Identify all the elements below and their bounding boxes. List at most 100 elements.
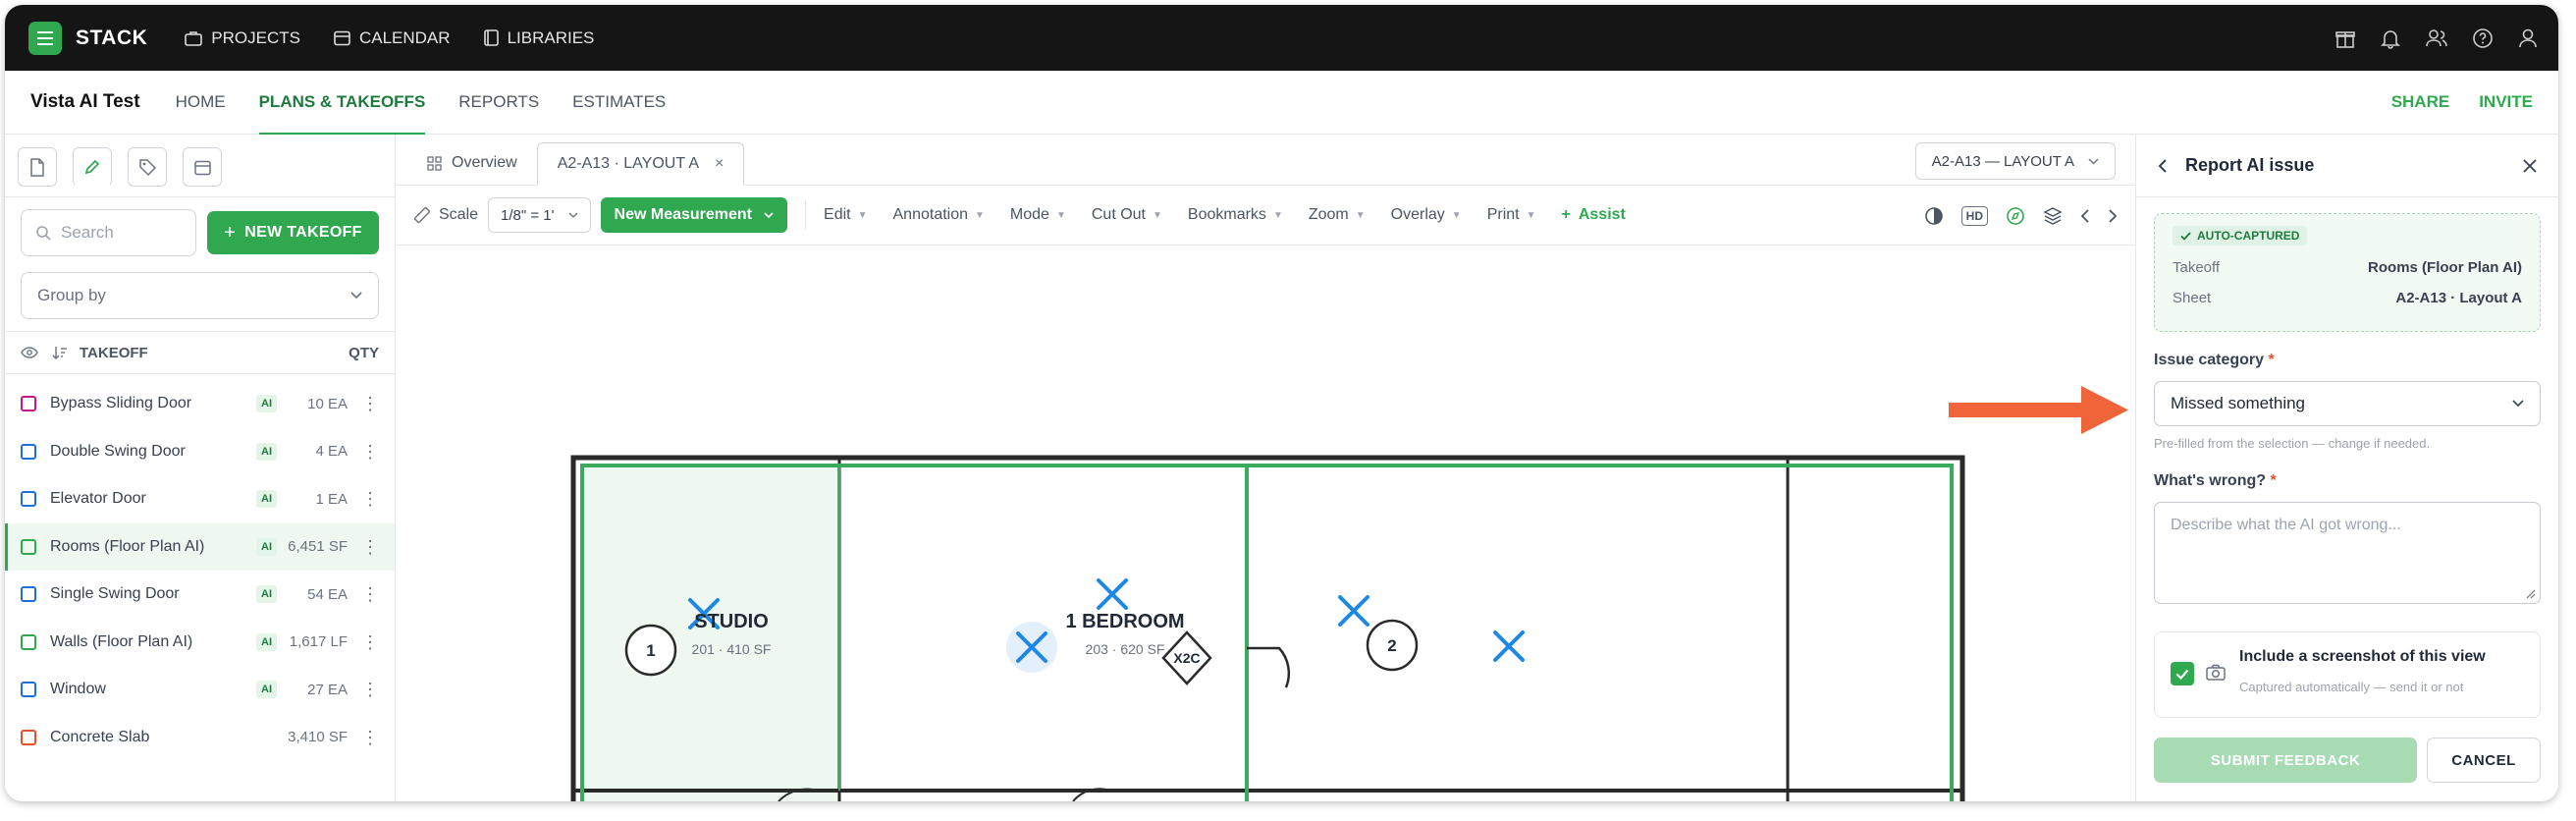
nav-calendar[interactable]: CALENDAR [334,28,451,48]
chevron-left-icon[interactable] [2080,208,2090,224]
list-item[interactable]: Window AI 27 EA ⋮ [5,666,395,714]
tab-sheet-label: A2-A13 · LAYOUT A [557,155,700,172]
contrast-icon[interactable] [1924,206,1944,226]
screenshot-checkbox[interactable] [2171,662,2194,685]
close-icon[interactable] [2523,158,2537,173]
new-measurement-button[interactable]: New Measurement [600,197,788,233]
check-icon [2180,231,2191,241]
column-qty[interactable]: QTY [349,345,379,361]
nav-libraries[interactable]: LIBRARIES [483,28,594,48]
layers-icon[interactable] [2043,206,2063,226]
takeoff-key: Takeoff [2173,259,2221,276]
list-item[interactable]: Concrete Slab 3,410 SF ⋮ [5,714,395,762]
takeoff-list: Bypass Sliding Door AI 10 EA ⋮ Double Sw… [5,374,395,761]
cancel-button[interactable]: CANCEL [2427,738,2541,783]
search-input[interactable]: Search [21,209,197,256]
chevron-down-icon [2088,157,2099,165]
brand-name: STACK [76,26,148,49]
takeoff-name: Concrete Slab [50,728,150,745]
project-bar: Vista AI Test HOME PLANS & TAKEOFFS REPO… [5,71,2558,136]
back-icon[interactable] [2158,158,2168,174]
user-icon[interactable] [2517,27,2539,49]
tab-reports[interactable]: REPORTS [458,71,539,135]
menu-cut-out[interactable]: Cut Out ▼ [1092,206,1162,224]
scale-select[interactable]: 1/8" = 1' [488,197,591,233]
compass-icon[interactable] [2006,206,2025,226]
project-actions: SHARE INVITE [2362,92,2533,112]
issue-category-value: Missed something [2171,394,2306,412]
list-item[interactable]: Single Swing Door AI 54 EA ⋮ [5,571,395,619]
more-icon[interactable]: ⋮ [361,633,379,651]
takeoff-qty: 1,617 LF [289,633,348,651]
tab-documents[interactable] [18,147,57,187]
menu-zoom[interactable]: Zoom ▼ [1309,206,1366,224]
caret-icon: ▼ [1272,209,1283,221]
tab-overview[interactable]: Overview [396,141,537,185]
group-by-placeholder: Group by [37,286,106,304]
takeoff-name: Elevator Door [50,490,146,508]
nav-projects[interactable]: PROJECTS [185,28,300,48]
chevron-right-icon[interactable] [2108,208,2118,224]
tab-schedule[interactable] [183,147,222,187]
menu-bookmarks[interactable]: Bookmarks ▼ [1188,206,1283,224]
logo[interactable]: STACK [28,21,148,55]
room-tag-number: 2 [1387,636,1396,655]
users-icon[interactable] [2425,27,2448,49]
list-item[interactable]: Double Swing Door AI 4 EA ⋮ [5,428,395,476]
more-icon[interactable]: ⋮ [361,490,379,508]
tab-sheet-active[interactable]: A2-A13 · LAYOUT A × [536,142,745,186]
invite-button[interactable]: INVITE [2479,92,2533,112]
ai-badge: AI [256,395,277,413]
more-icon[interactable]: ⋮ [361,585,379,603]
gift-icon[interactable] [2334,27,2356,49]
whats-wrong-label-text: What's wrong? [2154,472,2267,489]
ai-marker [1338,595,1369,627]
menu-annotation[interactable]: Annotation ▼ [893,206,985,224]
nav-calendar-label: CALENDAR [358,27,451,47]
new-takeoff-button[interactable]: + NEW TAKEOFF [207,211,379,254]
help-icon[interactable] [2472,27,2494,49]
project-name: Vista AI Test [30,91,140,112]
color-swatch [21,491,36,508]
caret-icon: ▼ [1451,209,1462,221]
more-icon[interactable]: ⋮ [361,443,379,461]
plan-canvas[interactable]: STUDIO 201 · 410 SF 1 BEDROOM 203 · 620 … [396,246,2135,801]
more-icon[interactable]: ⋮ [361,681,379,698]
menu-print[interactable]: Print ▼ [1487,206,1536,224]
eye-icon[interactable] [21,347,38,358]
menu-icon[interactable] [28,21,62,55]
menu-overlay[interactable]: Overlay ▼ [1391,206,1462,224]
sort-icon[interactable] [52,345,68,360]
sheet-selector[interactable]: A2-A13 — LAYOUT A [1914,142,2116,180]
tab-plans-takeoffs[interactable]: PLANS & TAKEOFFS [258,71,425,136]
assist-button[interactable]: + Assist [1562,206,1626,224]
issue-category-select[interactable]: Missed something [2154,381,2541,426]
resize-handle-icon[interactable] [2524,587,2536,599]
sheet-value: A2-A13 · Layout A [2395,290,2522,306]
column-takeoff[interactable]: TAKEOFF [80,345,148,361]
submit-feedback-button[interactable]: SUBMIT FEEDBACK [2154,738,2417,783]
divider [805,200,807,230]
list-item[interactable]: Elevator Door AI 1 EA ⋮ [5,475,395,523]
whats-wrong-textarea[interactable]: Describe what the AI got wrong... [2154,502,2541,604]
tab-home[interactable]: HOME [176,71,226,135]
more-icon[interactable]: ⋮ [361,538,379,556]
takeoff-sidebar: Search + NEW TAKEOFF Group by TAKEOFF QT… [5,135,396,801]
takeoff-qty: 4 EA [315,443,348,461]
bell-icon[interactable] [2380,27,2401,49]
close-icon[interactable]: × [715,155,724,173]
hd-toggle[interactable]: HD [1960,205,1988,226]
more-icon[interactable]: ⋮ [361,395,379,412]
group-by-select[interactable]: Group by [21,272,379,319]
menu-mode[interactable]: Mode ▼ [1010,206,1066,224]
tab-tags[interactable] [128,147,167,187]
list-item[interactable]: Bypass Sliding Door AI 10 EA ⋮ [5,380,395,428]
list-item[interactable]: Walls (Floor Plan AI) AI 1,617 LF ⋮ [5,619,395,667]
list-item-selected[interactable]: Rooms (Floor Plan AI) AI 6,451 SF ⋮ [5,522,395,571]
more-icon[interactable]: ⋮ [361,729,379,746]
plus-icon: + [224,221,237,244]
tab-takeoffs[interactable] [73,147,112,187]
share-button[interactable]: SHARE [2391,92,2450,112]
menu-edit[interactable]: Edit ▼ [824,206,867,224]
tab-estimates[interactable]: ESTIMATES [572,71,666,135]
